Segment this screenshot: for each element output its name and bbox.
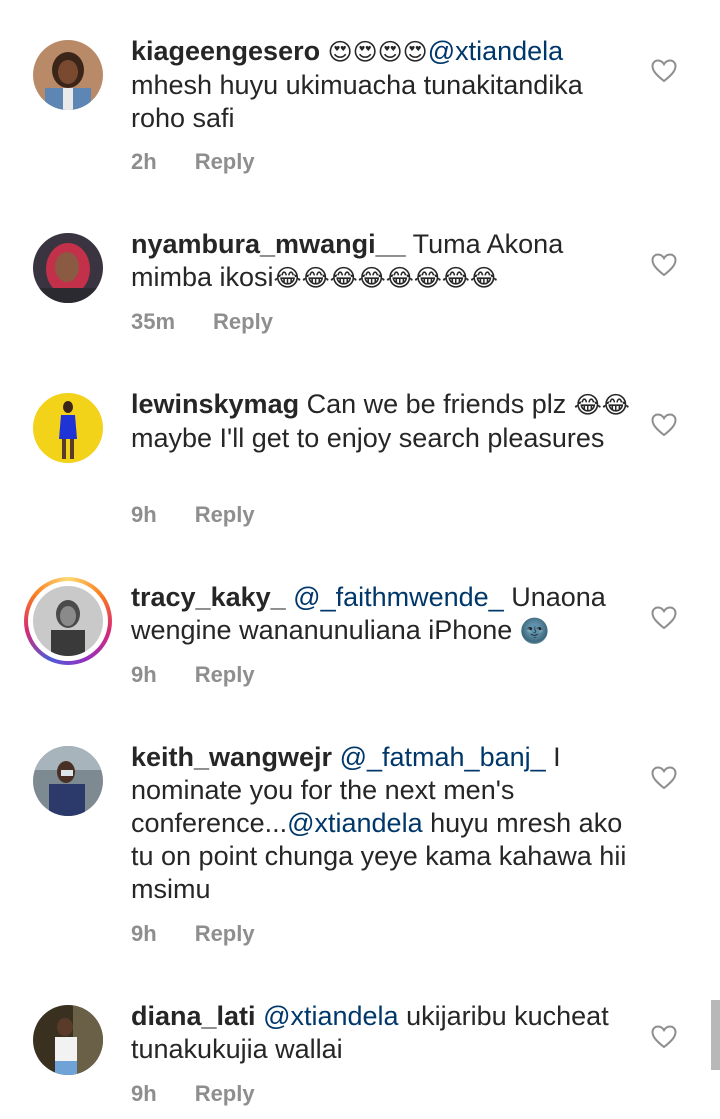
reply-button[interactable]: Reply [213, 309, 273, 334]
reply-button[interactable]: Reply [195, 662, 255, 687]
comment-body: mhesh huyu ukimuacha tunakitandika roho … [131, 70, 583, 133]
avatar[interactable] [33, 233, 103, 303]
avatar[interactable] [33, 1005, 103, 1075]
avatar[interactable] [33, 746, 103, 816]
heart-outline-icon[interactable] [651, 413, 677, 437]
comment-emoji: 🌚 [519, 617, 550, 645]
comment-username[interactable]: tracy_kaky_ [131, 582, 286, 612]
reply-button[interactable]: Reply [195, 1081, 255, 1106]
comment-meta: 9h Reply [131, 921, 255, 947]
reply-button[interactable]: Reply [195, 502, 255, 527]
comment-meta: 9h Reply [131, 502, 255, 528]
comment-body: maybe I'll get to enjoy search pleasures [131, 423, 605, 453]
comment-time: 9h [131, 502, 157, 527]
comment-body: Can we be friends plz [306, 389, 567, 419]
comment-text: lewinskymag Can we be friends plz 😂😂 may… [131, 388, 631, 455]
comment-mention[interactable]: @_fatmah_banj_ [340, 742, 546, 772]
comment-text: keith_wangwejr @_fatmah_banj_ I nominate… [131, 741, 631, 906]
story-ring[interactable] [24, 577, 112, 665]
reply-button[interactable]: Reply [195, 149, 255, 174]
avatar[interactable] [33, 393, 103, 463]
heart-outline-icon[interactable] [651, 1025, 677, 1049]
comment-emoji: 😂😂 [573, 391, 630, 419]
heart-outline-icon[interactable] [651, 606, 677, 630]
comment-time: 9h [131, 921, 157, 946]
comment-username[interactable]: diana_lati [131, 1001, 256, 1031]
comment-text: tracy_kaky_ @_faithmwende_ Unaona wengin… [131, 581, 631, 648]
comment-meta: 9h Reply [131, 662, 255, 688]
scrollbar[interactable] [711, 1000, 720, 1070]
comment-time: 2h [131, 149, 157, 174]
comment-text: nyambura_mwangi__ Tuma Akona mimba ikosi… [131, 228, 631, 295]
comment-time: 9h [131, 662, 157, 687]
comment-text: diana_lati @xtiandela ukijaribu kucheat … [131, 1000, 631, 1066]
comment-time: 9h [131, 1081, 157, 1106]
comment-username[interactable]: nyambura_mwangi__ [131, 229, 406, 259]
heart-outline-icon[interactable] [651, 59, 677, 83]
heart-outline-icon[interactable] [651, 253, 677, 277]
comment-meta: 9h Reply [131, 1081, 255, 1107]
comment-mention[interactable]: @xtiandela [263, 1001, 399, 1031]
comment-username[interactable]: lewinskymag [131, 389, 299, 419]
comment-meta: 2h Reply [131, 149, 255, 175]
avatar[interactable] [33, 40, 103, 110]
reply-button[interactable]: Reply [195, 921, 255, 946]
comment-username[interactable]: kiageengesero [131, 36, 320, 66]
comment-emoji: 😂😂😂😂😂😂😂😂 [273, 264, 498, 292]
comment-username[interactable]: keith_wangwejr [131, 742, 332, 772]
comment-text: kiageengesero 😍😍😍😍@xtiandela mhesh huyu … [131, 35, 631, 135]
comment-mention[interactable]: @xtiandela [287, 808, 423, 838]
comment-time: 35m [131, 309, 176, 334]
comment-emoji: 😍😍😍😍 [327, 38, 428, 66]
avatar[interactable] [33, 586, 103, 656]
heart-outline-icon[interactable] [651, 766, 677, 790]
comment-mention[interactable]: @_faithmwende_ [293, 582, 504, 612]
comment-meta: 35m Reply [131, 309, 273, 335]
comment-mention[interactable]: @xtiandela [428, 36, 564, 66]
